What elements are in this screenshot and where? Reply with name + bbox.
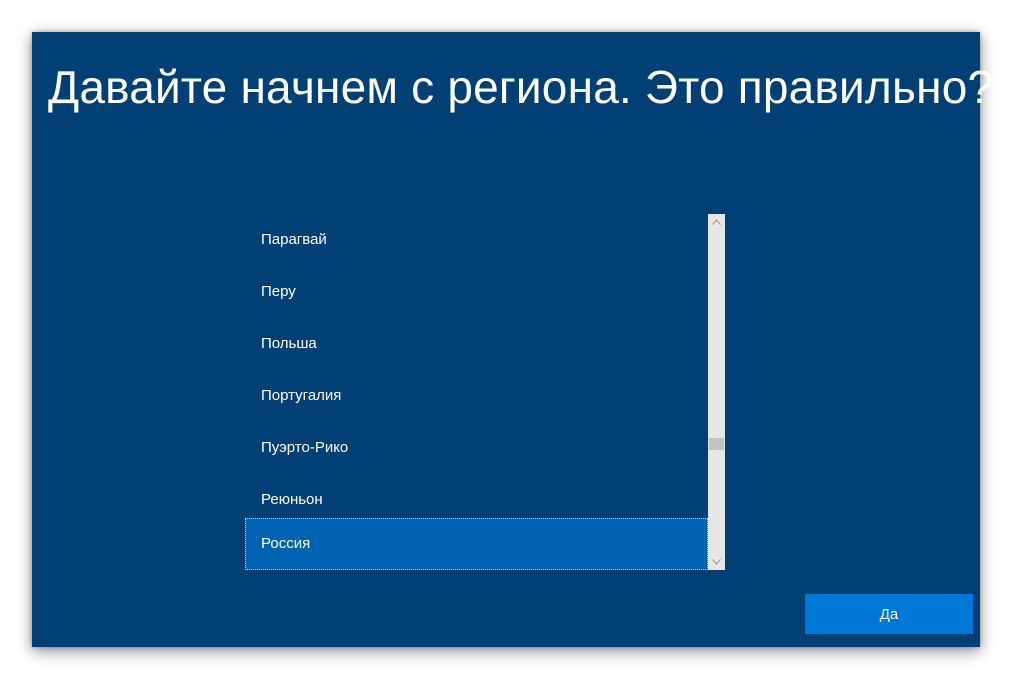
chevron-up-icon[interactable]	[708, 214, 725, 231]
region-list-scrollbar[interactable]	[708, 214, 725, 570]
region-item-poland[interactable]: Польша	[245, 318, 708, 370]
oobe-window: Давайте начнем с региона. Это правильно?…	[32, 32, 993, 647]
scrollbar-thumb[interactable]	[709, 438, 724, 450]
region-item-puerto-rico[interactable]: Пуэрто-Рико	[245, 422, 708, 474]
yes-button[interactable]: Да	[805, 594, 973, 634]
region-list[interactable]: Парагвай Перу Польша Португалия Пуэрто-Р…	[245, 214, 725, 570]
chevron-down-icon[interactable]	[708, 553, 725, 570]
region-item-paraguay[interactable]: Парагвай	[245, 214, 708, 266]
region-item-peru[interactable]: Перу	[245, 266, 708, 318]
region-item-portugal[interactable]: Португалия	[245, 370, 708, 422]
region-item-russia[interactable]: Россия	[245, 518, 708, 570]
page-title: Давайте начнем с региона. Это правильно?	[48, 61, 994, 113]
region-list-items: Парагвай Перу Польша Португалия Пуэрто-Р…	[245, 214, 708, 570]
